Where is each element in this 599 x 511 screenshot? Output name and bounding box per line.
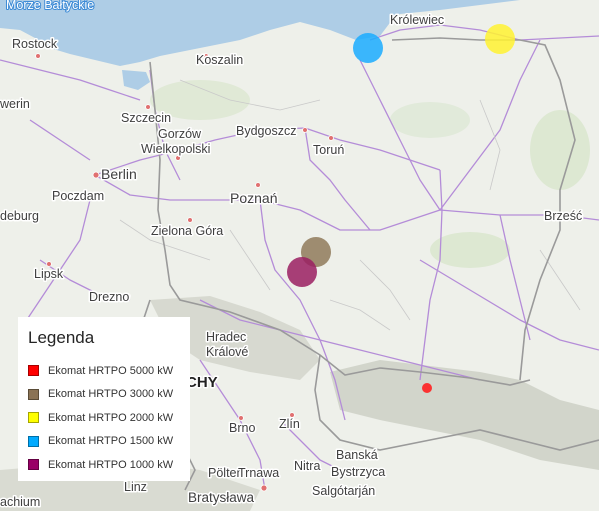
legend-item-2000kw[interactable]: Ekomat HRTPO 2000 kW bbox=[28, 406, 180, 430]
legend-item-1000kw[interactable]: Ekomat HRTPO 1000 kW bbox=[28, 453, 180, 477]
place-label: deburg bbox=[0, 209, 39, 223]
place-label: Rostock bbox=[12, 37, 58, 51]
forest-area bbox=[390, 102, 470, 138]
forest-area bbox=[530, 110, 590, 190]
place-label: Morze Bałtyckie bbox=[6, 0, 94, 12]
marker-5000kw[interactable] bbox=[422, 383, 432, 393]
place-label: Bratysława bbox=[188, 490, 255, 505]
place-label: Wielkopolski bbox=[141, 142, 210, 156]
place-label: Králové bbox=[206, 345, 248, 359]
place-label: Lipsk bbox=[34, 267, 64, 281]
legend-swatch bbox=[28, 435, 39, 447]
forest-area bbox=[430, 232, 510, 268]
place-label: CHY bbox=[186, 374, 218, 391]
place-label: Koszalin bbox=[196, 53, 243, 67]
place-label: Zlín bbox=[279, 417, 300, 431]
legend-title: Legenda bbox=[28, 328, 95, 347]
place-label: Drezno bbox=[89, 290, 129, 304]
legend-swatch bbox=[28, 388, 39, 400]
legend-item-1500kw[interactable]: Ekomat HRTPO 1500 kW bbox=[28, 430, 180, 454]
legend-item-3000kw[interactable]: Ekomat HRTPO 3000 kW bbox=[28, 383, 180, 407]
legend-swatch bbox=[28, 365, 39, 377]
marker-1500kw[interactable] bbox=[353, 33, 383, 63]
place-label: Berlin bbox=[101, 166, 137, 182]
place-label: Królewiec bbox=[390, 13, 444, 27]
legend-item-5000kw[interactable]: Ekomat HRTPO 5000 kW bbox=[28, 359, 180, 383]
place-label: Zielona Góra bbox=[151, 224, 223, 238]
place-label: Poznań bbox=[230, 190, 277, 206]
place-label: Toruń bbox=[313, 143, 344, 157]
marker-2000kw[interactable] bbox=[485, 24, 515, 54]
legend-label: Ekomat HRTPO 1000 kW bbox=[48, 458, 174, 471]
place-label: Bystrzyca bbox=[331, 465, 385, 479]
place-label: werin bbox=[0, 97, 30, 111]
place-label: Linz bbox=[124, 480, 147, 494]
legend-panel: Legenda Ekomat HRTPO 5000 kW Ekomat HRTP… bbox=[18, 317, 190, 481]
place-label: Gorzów bbox=[158, 127, 202, 141]
legend-swatch bbox=[28, 459, 39, 471]
legend-label: Ekomat HRTPO 5000 kW bbox=[48, 364, 174, 377]
place-label: Brześć bbox=[544, 209, 582, 223]
legend-label: Ekomat HRTPO 3000 kW bbox=[48, 388, 174, 401]
place-label: achium bbox=[0, 495, 40, 509]
place-label: Szczecin bbox=[121, 111, 171, 125]
place-label: Nitra bbox=[294, 459, 320, 473]
place-label: Salgótarján bbox=[312, 484, 375, 498]
place-label: Trnawa bbox=[238, 466, 279, 480]
legend-swatch bbox=[28, 412, 39, 424]
place-label: Banská bbox=[336, 448, 378, 462]
place-label: Brno bbox=[229, 421, 255, 435]
place-label: Hradec bbox=[206, 330, 246, 344]
legend-label: Ekomat HRTPO 1500 kW bbox=[48, 435, 174, 448]
legend-label: Ekomat HRTPO 2000 kW bbox=[48, 411, 174, 424]
place-label: Bydgoszcz bbox=[236, 124, 296, 138]
marker-1000kw[interactable] bbox=[287, 257, 317, 287]
place-label: Poczdam bbox=[52, 189, 104, 203]
